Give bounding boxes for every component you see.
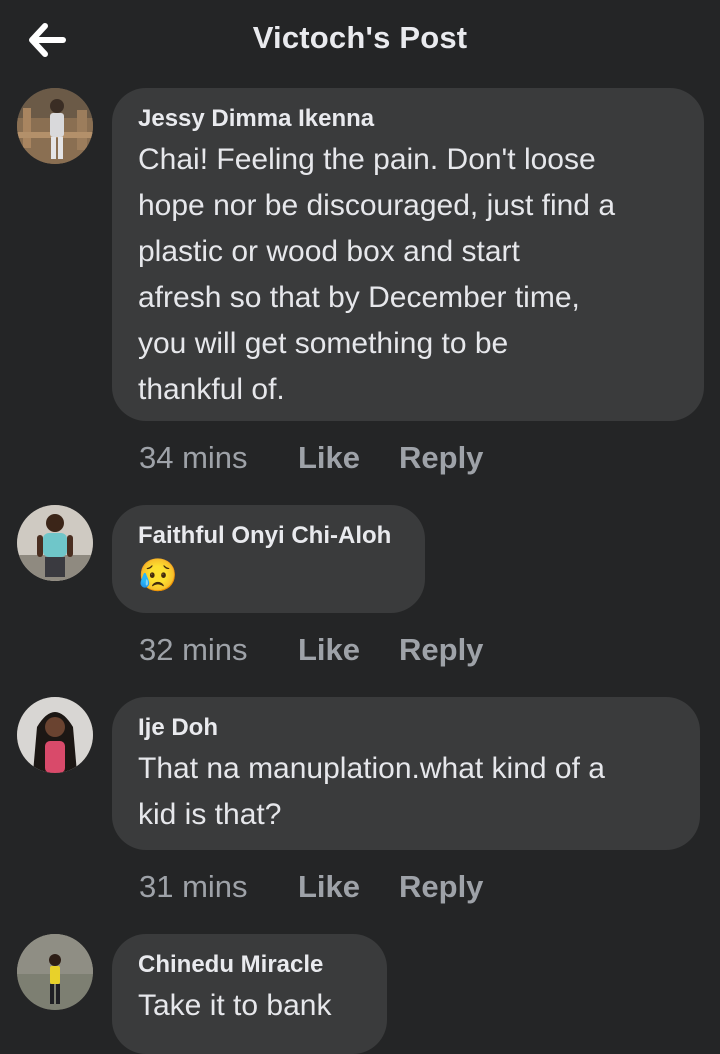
reply-button[interactable]: Reply [399,869,483,905]
comment-text-line: Take it to bank [138,989,332,1022]
like-button[interactable]: Like [298,440,399,476]
comment-author[interactable]: Ije Doh [138,711,674,745]
avatar[interactable] [17,697,93,773]
comment-text-line: you will get something to be [138,327,509,360]
reply-button[interactable]: Reply [399,632,483,668]
comment-author[interactable]: Chinedu Miracle [138,948,361,982]
comment-text-line: plastic or wood box and start [138,235,520,268]
comment-text-line: hope nor be discouraged, just find a [138,189,615,222]
comment-actions: 31 mins Like Reply [139,869,483,905]
avatar[interactable] [17,88,93,164]
comment-timestamp: 31 mins [139,869,248,904]
page-title: Victoch's Post [252,20,468,55]
comment-text-line: Chai! Feeling the pain. Don't loose [138,143,596,176]
like-button[interactable]: Like [298,632,399,668]
comment-timestamp: 32 mins [139,632,248,667]
avatar[interactable] [17,934,93,1010]
comment-actions: 34 mins Like Reply [139,440,483,476]
comment-timestamp: 34 mins [139,440,248,475]
top-bar: Victoch's Post [0,0,720,84]
crying-face-emoji: 😥 [138,557,178,593]
comment-text-line: kid is that? [138,798,282,831]
comment-bubble: Jessy Dimma Ikenna Chai! Feeling the pai… [112,88,704,421]
comment-author[interactable]: Faithful Onyi Chi-Aloh [138,519,399,553]
avatar[interactable] [17,505,93,581]
comment-bubble: Faithful Onyi Chi-Aloh 😥 [112,505,425,613]
comment-bubble: Ije Doh That na manuplation.what kind of… [112,697,700,850]
comment-actions: 32 mins Like Reply [139,632,483,668]
comment-text-line: That na manuplation.what kind of a [138,752,605,785]
reply-button[interactable]: Reply [399,440,483,476]
comment-text-line: afresh so that by December time, [138,281,580,314]
comment-author[interactable]: Jessy Dimma Ikenna [138,102,678,136]
comment-bubble: Chinedu Miracle Take it to bank [112,934,387,1054]
comment-text-line: thankful of. [138,373,285,406]
like-button[interactable]: Like [298,869,399,905]
